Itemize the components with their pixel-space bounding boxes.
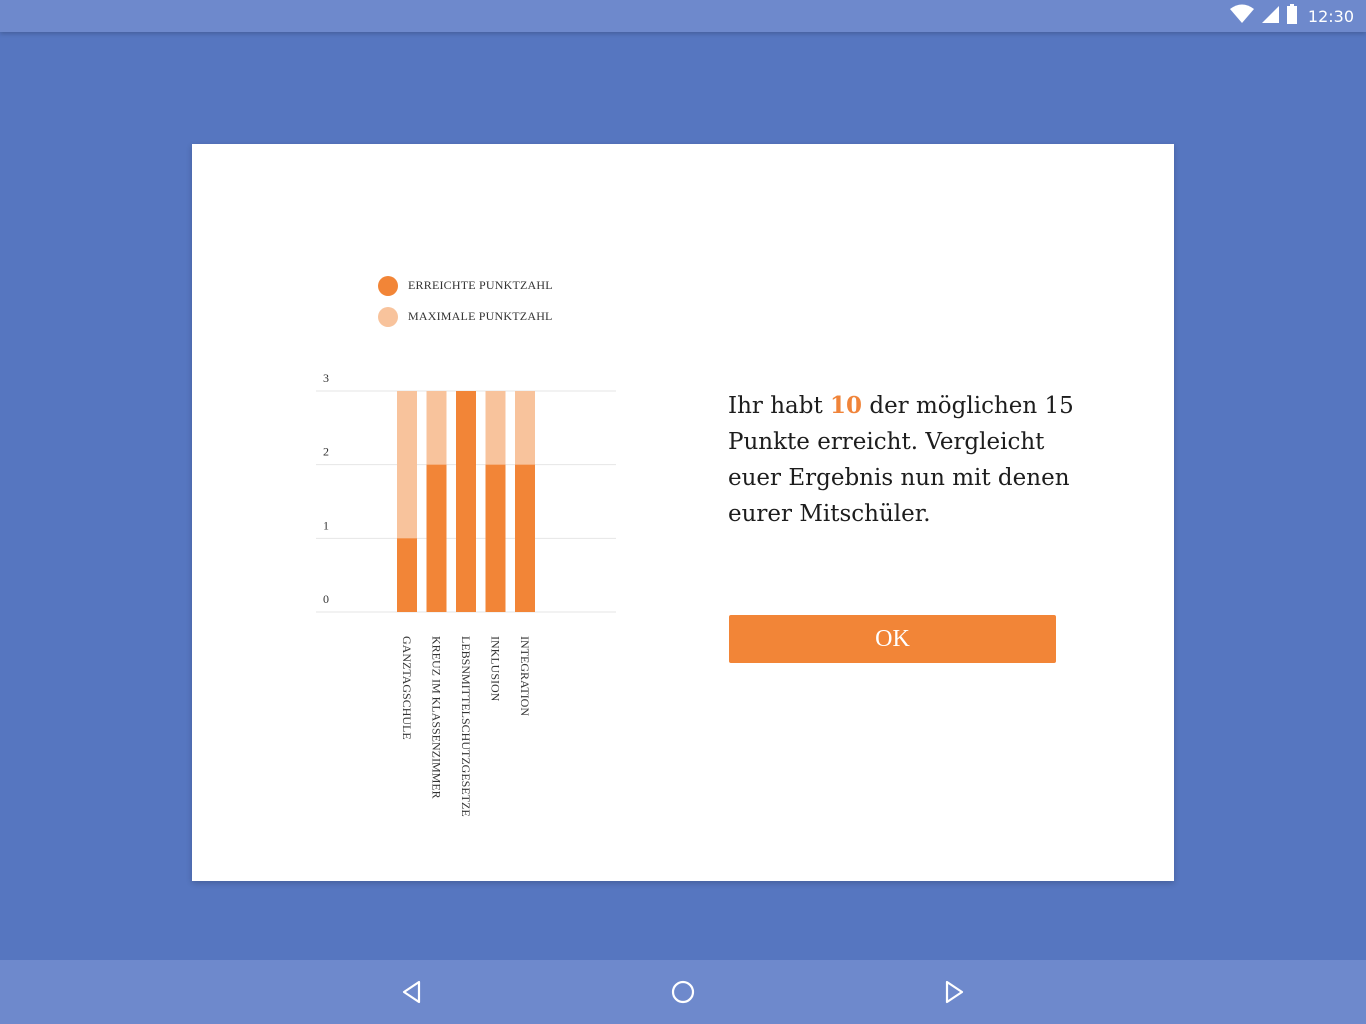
- achieved-score: 10: [830, 392, 863, 419]
- x-tick-label: GANZTAGSCHULE: [400, 636, 414, 740]
- bar-achieved: [426, 464, 447, 612]
- battery-icon: [1286, 4, 1298, 28]
- result-message: Ihr habt 10 der möglichen 15 Punkte erre…: [728, 388, 1088, 532]
- y-tick-label: 1: [323, 518, 329, 532]
- x-tick-label: INTEGRATION: [518, 636, 532, 716]
- home-icon[interactable]: [667, 976, 699, 1008]
- y-tick-label: 0: [323, 592, 329, 606]
- legend-label-maximum: MAXIMALE PUNKTZAHL: [408, 309, 553, 323]
- bar-achieved: [397, 538, 417, 612]
- legend-label-achieved: ERREICHTE PUNKTZAHL: [408, 278, 553, 292]
- chart-legend: ERREICHTE PUNKTZAHL MAXIMALE PUNKTZAHL: [378, 270, 553, 332]
- legend-item-maximum: MAXIMALE PUNKTZAHL: [378, 301, 553, 332]
- status-time: 12:30: [1307, 6, 1354, 26]
- bar-achieved: [456, 391, 476, 612]
- status-bar: 12:30: [0, 0, 1366, 32]
- signal-icon: [1260, 4, 1280, 28]
- status-icons: 12:30: [1229, 0, 1354, 32]
- y-tick-label: 3: [323, 371, 329, 385]
- x-tick-label: KREUZ IM KLASSENZIMMER: [430, 636, 444, 799]
- recents-icon[interactable]: [938, 976, 970, 1008]
- results-dialog: ERREICHTE PUNKTZAHL MAXIMALE PUNKTZAHL 0…: [192, 144, 1174, 881]
- bar-achieved: [485, 464, 506, 612]
- score-bar-chart: 0 1 2 3 GANZTAGSCHULE KREUZ IM KLASSENZIMMER L…: [316, 371, 616, 817]
- bar-achieved: [515, 464, 535, 612]
- back-icon[interactable]: [396, 976, 428, 1008]
- legend-swatch-maximum: [378, 306, 398, 327]
- wifi-icon: [1229, 4, 1254, 28]
- navigation-bar: [0, 960, 1366, 1024]
- message-prefix: Ihr habt: [728, 393, 831, 419]
- legend-swatch-achieved: [378, 275, 398, 296]
- ok-button[interactable]: OK: [729, 615, 1056, 663]
- x-tick-label: LEBSNMITTELSCHUTZGESETZE: [459, 636, 473, 817]
- legend-item-achieved: ERREICHTE PUNKTZAHL: [378, 270, 553, 301]
- x-tick-label: INKLUSION: [489, 636, 503, 702]
- y-tick-label: 2: [323, 445, 329, 459]
